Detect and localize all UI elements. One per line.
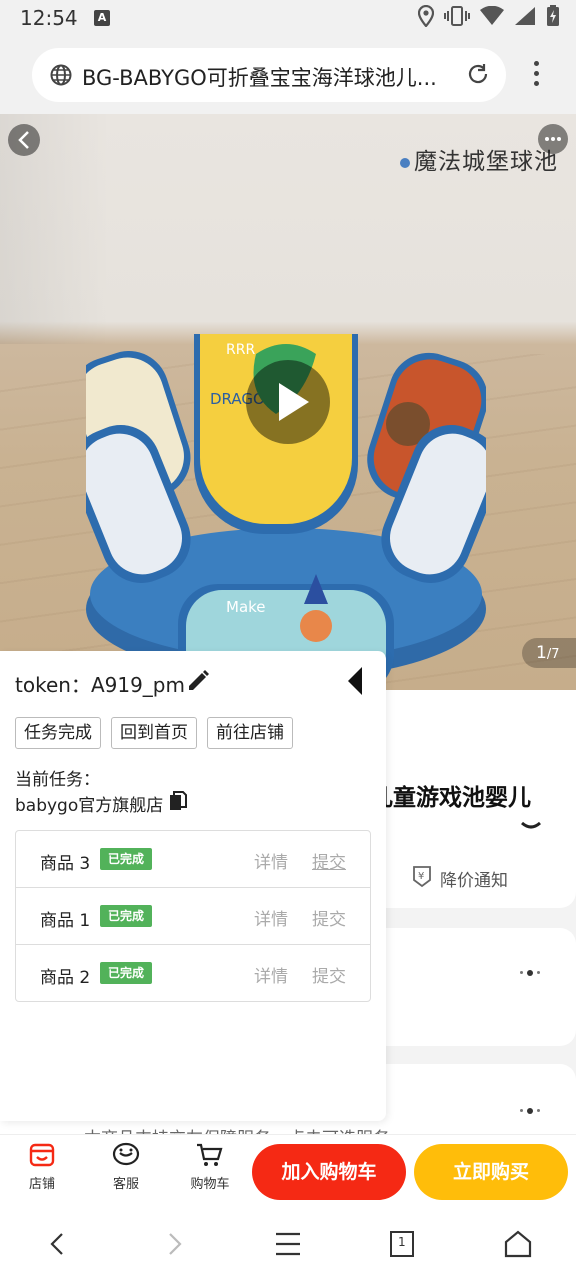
back-arrow-icon[interactable]: [38, 1228, 78, 1260]
page-title: BG-BABYGO可折叠宝宝海洋球池儿...: [82, 66, 437, 90]
status-time: 12:54: [20, 6, 78, 30]
home-icon[interactable]: [498, 1228, 538, 1260]
location-icon: [417, 4, 435, 31]
add-to-cart-button[interactable]: 加入购物车: [252, 1144, 406, 1200]
task-list: 商品 3 已完成 详情 提交 商品 1 已完成 详情 提交 商品 2 已完成 详…: [15, 830, 371, 1002]
token-display: token：A919_pm: [15, 673, 185, 697]
product-title: 儿童游戏池婴儿: [370, 785, 531, 811]
status-badge: 已完成: [100, 905, 153, 927]
collapse-panel-icon[interactable]: [348, 667, 362, 695]
shop-icon: [29, 1143, 55, 1167]
task-row: 商品 1 已完成 详情 提交: [16, 888, 370, 945]
price-tag-icon: ¥: [410, 864, 434, 893]
status-icons: [417, 4, 560, 31]
shop-tab[interactable]: 店铺: [12, 1141, 72, 1192]
svg-text:RRR: RRR: [226, 342, 255, 358]
task-detail-link[interactable]: 详情: [254, 905, 288, 930]
customer-service-tab[interactable]: 客服: [96, 1141, 156, 1192]
browser-toolbar: BG-BABYGO可折叠宝宝海洋球池儿...: [0, 38, 576, 114]
image-counter: 1/7: [522, 638, 576, 668]
task-submit-link[interactable]: 提交: [312, 905, 346, 930]
task-name: 商品 1: [40, 911, 91, 931]
task-complete-button[interactable]: 任务完成: [15, 717, 101, 749]
task-submit-link[interactable]: 提交: [312, 848, 346, 873]
go-to-shop-button[interactable]: 前往店铺: [207, 717, 293, 749]
battery-icon: [546, 5, 560, 31]
task-name: 商品 3: [40, 854, 91, 874]
menu-icon[interactable]: [268, 1228, 308, 1260]
chat-icon: [112, 1142, 140, 1166]
more-menu-icon[interactable]: [530, 58, 542, 90]
more-options-icon[interactable]: [538, 124, 568, 154]
current-shop: babygo官方旗舰店: [15, 791, 188, 816]
play-video-button[interactable]: [246, 360, 330, 444]
back-home-button[interactable]: 回到首页: [111, 717, 197, 749]
more-dots-icon[interactable]: [520, 1100, 548, 1114]
buy-now-button[interactable]: 立即购买: [414, 1144, 568, 1200]
price-notice-label: 降价通知: [440, 871, 508, 891]
browser-nav-bar: 1: [0, 1208, 576, 1280]
tabs-icon[interactable]: 1: [382, 1228, 422, 1260]
copy-icon[interactable]: [169, 791, 188, 816]
task-name: 商品 2: [40, 968, 91, 988]
status-badge: 已完成: [100, 962, 153, 984]
forward-arrow-icon[interactable]: [154, 1228, 194, 1260]
reload-icon[interactable]: [466, 62, 490, 90]
shop-name: babygo官方旗舰店: [15, 796, 164, 816]
status-badge: 已完成: [100, 848, 153, 870]
task-row: 商品 2 已完成 详情 提交: [16, 945, 370, 1002]
edit-icon[interactable]: [186, 669, 210, 697]
svg-text:¥: ¥: [418, 871, 424, 882]
task-detail-link[interactable]: 详情: [254, 962, 288, 987]
wifi-icon: [480, 5, 504, 30]
product-image-gallery[interactable]: 魔法城堡球池 DON RRR DRAGON, Make MAGIC 1/7: [0, 114, 576, 690]
globe-icon: [50, 64, 72, 90]
vibrate-icon: [444, 5, 470, 31]
bottom-action-bar: 店铺 客服 购物车 加入购物车 立即购买: [0, 1134, 576, 1208]
signal-icon: [514, 6, 536, 30]
current-task-label: 当前任务：: [15, 770, 100, 790]
image-caption: 魔法城堡球池: [400, 142, 558, 176]
price-notice-button[interactable]: ¥ 降价通知: [410, 864, 508, 893]
back-icon[interactable]: [8, 124, 40, 156]
notification-icon: A: [94, 10, 110, 26]
chevron-down-icon[interactable]: [520, 818, 542, 837]
panel-actions: 任务完成 回到首页 前往店铺: [15, 717, 293, 749]
task-detail-link[interactable]: 详情: [254, 848, 288, 873]
status-bar: 12:54 A: [0, 0, 576, 38]
cart-tab[interactable]: 购物车: [180, 1141, 240, 1192]
address-bar[interactable]: BG-BABYGO可折叠宝宝海洋球池儿...: [32, 48, 506, 102]
task-panel: token：A919_pm 任务完成 回到首页 前往店铺 当前任务： babyg…: [0, 651, 386, 1121]
task-submit-link[interactable]: 提交: [312, 962, 346, 987]
cart-icon: [197, 1143, 223, 1166]
svg-text:Make: Make: [226, 598, 266, 616]
task-row: 商品 3 已完成 详情 提交: [16, 831, 370, 888]
token-value: A919_pm: [90, 673, 185, 697]
more-dots-icon[interactable]: [520, 962, 548, 976]
